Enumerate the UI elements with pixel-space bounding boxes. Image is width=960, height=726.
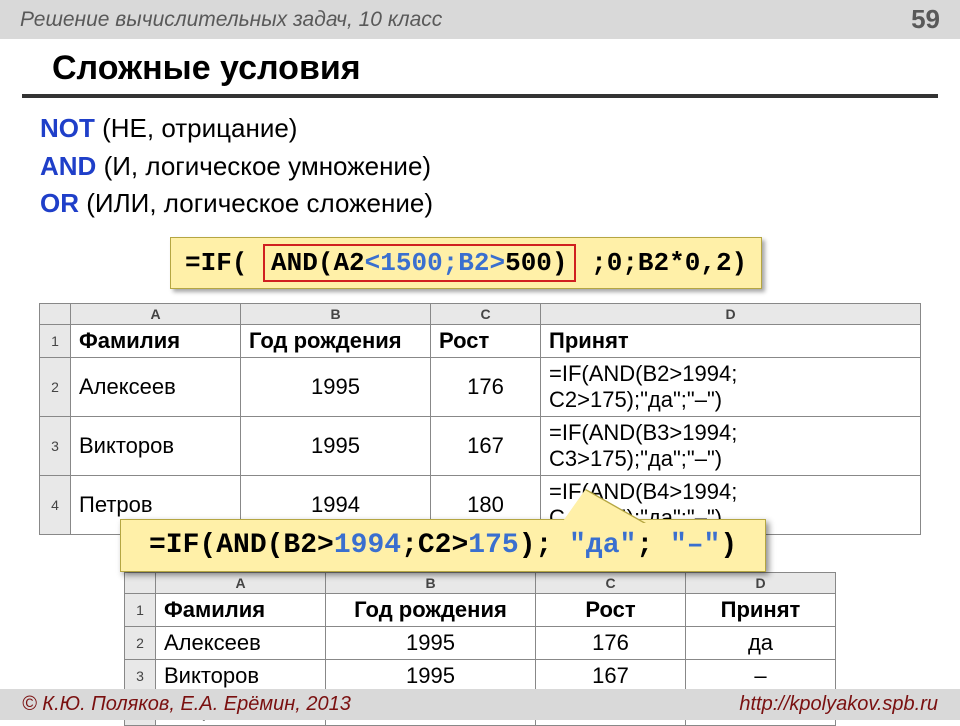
kw-and: AND (40, 151, 96, 181)
copyright: © К.Ю. Поляков, Е.А. Ерёмин, 2013 (22, 693, 351, 716)
callout-tail (561, 490, 645, 524)
callout-wrap: =IF(AND(B2>1994;C2>175); "да"; "–") (120, 519, 960, 572)
footer-link[interactable]: http://kpolyakov.spb.ru (739, 693, 938, 716)
callout-formula: =IF(AND(B2>1994;C2>175); "да"; "–") (120, 519, 766, 572)
course-name: Решение вычислительных задач, 10 класс (20, 8, 442, 32)
slide-header: Решение вычислительных задач, 10 класс 5… (0, 0, 960, 39)
slide-footer: © К.Ю. Поляков, Е.А. Ерёмин, 2013 http:/… (0, 689, 960, 720)
definitions: NOT (НЕ, отрицание) AND (И, логическое у… (0, 110, 960, 223)
formula-1: =IF( AND(A2<1500;B2>500) ;0;B2*0,2) (170, 237, 762, 289)
and-frame: AND(A2<1500;B2>500) (263, 244, 575, 282)
kw-not: NOT (40, 113, 95, 143)
slide: Решение вычислительных задач, 10 класс 5… (0, 0, 960, 720)
table-row: 3 Викторов 1995 167 – (125, 660, 836, 693)
slide-title: Сложные условия (22, 39, 938, 98)
colhdr-C: C (431, 304, 541, 325)
colhdr-D: D (541, 304, 921, 325)
table-row: 3 Викторов 1995 167 =IF(AND(B3>1994; C3>… (40, 417, 921, 476)
def-and: AND (И, логическое умножение) (40, 148, 920, 186)
def-not: NOT (НЕ, отрицание) (40, 110, 920, 148)
kw-or: OR (40, 188, 79, 218)
table-row: 2 Алексеев 1995 176 =IF(AND(B2>1994; C2>… (40, 358, 921, 417)
formula-1-wrap: =IF( AND(A2<1500;B2>500) ;0;B2*0,2) (170, 237, 960, 289)
colhdr-B: B (241, 304, 431, 325)
colhdr-A: A (71, 304, 241, 325)
table-formulas: A B C D 1 Фамилия Год рождения Рост Прин… (39, 303, 921, 535)
table-row: 2 Алексеев 1995 176 да (125, 627, 836, 660)
def-or: OR (ИЛИ, логическое сложение) (40, 185, 920, 223)
page-number: 59 (911, 4, 940, 35)
